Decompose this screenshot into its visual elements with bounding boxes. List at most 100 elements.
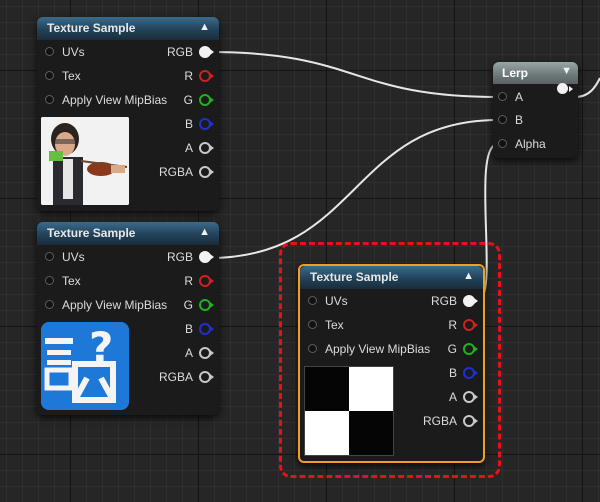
pin-label: B [448,366,457,380]
texture-preview-photo [41,117,129,205]
output-pin-icon[interactable] [199,346,214,359]
input-pin-icon[interactable] [45,252,54,262]
output-pin-icon[interactable] [199,322,214,335]
output-pin-icon[interactable] [557,83,573,94]
input-pin-uvs[interactable]: UVs [45,247,85,267]
output-pin-icon[interactable] [199,370,214,383]
wire-lerp-out-offscreen [574,77,600,98]
input-pin-alpha[interactable]: Alpha [498,134,546,154]
pin-label: B [184,322,193,336]
collapse-caret-icon[interactable]: ▲ [199,226,210,238]
output-pin-rgba[interactable]: RGBA [159,367,214,387]
texture-sample-node-3-selected[interactable]: Texture Sample ▲ UVs Tex Apply View MipB… [298,264,485,463]
output-pin-icon[interactable] [199,141,214,154]
output-pin-icon[interactable] [199,250,214,263]
pin-label: RGBA [158,165,193,179]
output-pin-icon[interactable] [463,414,478,427]
node-header[interactable]: Texture Sample ▲ [37,17,219,40]
pin-label: R [184,274,193,288]
input-pin-icon[interactable] [45,71,54,81]
input-pin-icon[interactable] [45,47,54,57]
pin-label: R [184,69,193,83]
node-title: Texture Sample [310,270,399,284]
output-pin-icon[interactable] [199,298,214,311]
pin-label: UVs [325,294,348,308]
output-pin-icon[interactable] [199,93,214,106]
pin-label: A [448,390,457,404]
input-pin-b[interactable]: B [498,110,523,130]
pin-label: A [184,346,193,360]
pin-label: G [183,298,193,312]
input-pin-tex[interactable]: Tex [45,271,81,291]
input-pin-a[interactable]: A [498,87,523,107]
texture-sample-node-2[interactable]: Texture Sample ▲ UVs Tex Apply View MipB… [37,222,219,415]
output-pin-icon[interactable] [199,117,214,130]
output-pin-a[interactable]: A [448,387,478,407]
output-pin-icon[interactable] [463,366,478,379]
node-header[interactable]: Lerp ▼ [493,62,578,84]
collapse-caret-icon[interactable]: ▲ [463,270,474,282]
checker-image [305,367,393,455]
pin-label: Apply View MipBias [62,298,168,312]
node-header[interactable]: Texture Sample ▲ [37,222,219,245]
input-pin-icon[interactable] [45,276,54,286]
pin-label: B [184,117,193,131]
input-pin-icon[interactable] [308,296,317,306]
output-pin-r[interactable]: R [184,66,214,86]
pin-label: R [448,318,457,332]
output-pin-icon[interactable] [199,165,214,178]
input-pin-icon[interactable] [45,300,54,310]
pin-label: UVs [62,250,85,264]
input-pin-icon[interactable] [308,320,317,330]
input-pin-mipbias[interactable]: Apply View MipBias [45,295,167,315]
output-pin-g[interactable]: G [448,339,478,359]
input-pin-icon[interactable] [498,92,507,102]
output-pin-r[interactable]: R [184,271,214,291]
pin-label: RGBA [422,414,457,428]
output-pin-b[interactable]: B [184,114,214,134]
texture-preview-checker [304,366,394,456]
node-title: Texture Sample [47,21,136,35]
input-pin-tex[interactable]: Tex [308,315,344,335]
output-pin-icon[interactable] [199,45,214,58]
output-pin-icon[interactable] [199,274,214,287]
question-glyph: ? [89,323,113,372]
output-pin-icon[interactable] [199,69,214,82]
output-pin-b[interactable]: B [184,319,214,339]
output-pin-rgb[interactable]: RGB [167,247,214,267]
input-pin-icon[interactable] [498,115,507,125]
pin-label: Tex [62,69,81,83]
node-header[interactable]: Texture Sample ▲ [300,266,483,289]
input-pin-tex[interactable]: Tex [45,66,81,86]
pin-label: RGB [430,294,457,308]
output-pin-r[interactable]: R [448,315,478,335]
output-pin-icon[interactable] [463,390,478,403]
question-kanji-icon: ? [41,322,129,410]
output-pin-b[interactable]: B [448,363,478,383]
wire-ts1-rgb-to-lerp-a [208,51,499,98]
expand-caret-icon[interactable]: ▼ [561,65,572,77]
output-pin-g[interactable]: G [184,90,214,110]
input-pin-icon[interactable] [308,344,317,354]
input-pin-icon[interactable] [498,139,507,149]
output-pin-icon[interactable] [463,294,478,307]
output-pin-rgba[interactable]: RGBA [158,162,214,182]
input-pin-icon[interactable] [45,95,54,105]
output-pin-g[interactable]: G [183,295,214,315]
output-pin-a[interactable]: A [185,138,214,158]
lerp-node[interactable]: Lerp ▼ A B Alpha [493,62,578,158]
output-pin-rgb[interactable]: RGB [430,291,478,311]
pin-label: Apply View MipBias [62,93,168,107]
output-pin-icon[interactable] [463,318,478,331]
input-pin-uvs[interactable]: UVs [45,42,85,62]
output-pin-icon[interactable] [463,342,478,355]
input-pin-mipbias[interactable]: Apply View MipBias [308,339,430,359]
output-pin-a[interactable]: A [184,343,214,363]
output-pin-rgb[interactable]: RGB [167,42,214,62]
collapse-caret-icon[interactable]: ▲ [199,21,210,33]
input-pin-mipbias[interactable]: Apply View MipBias [45,90,167,110]
output-pin-rgba[interactable]: RGBA [422,411,478,431]
input-pin-uvs[interactable]: UVs [308,291,348,311]
texture-sample-node-1[interactable]: Texture Sample ▲ UVs Tex Apply View MipB… [37,17,219,211]
pin-label: Tex [325,318,344,332]
